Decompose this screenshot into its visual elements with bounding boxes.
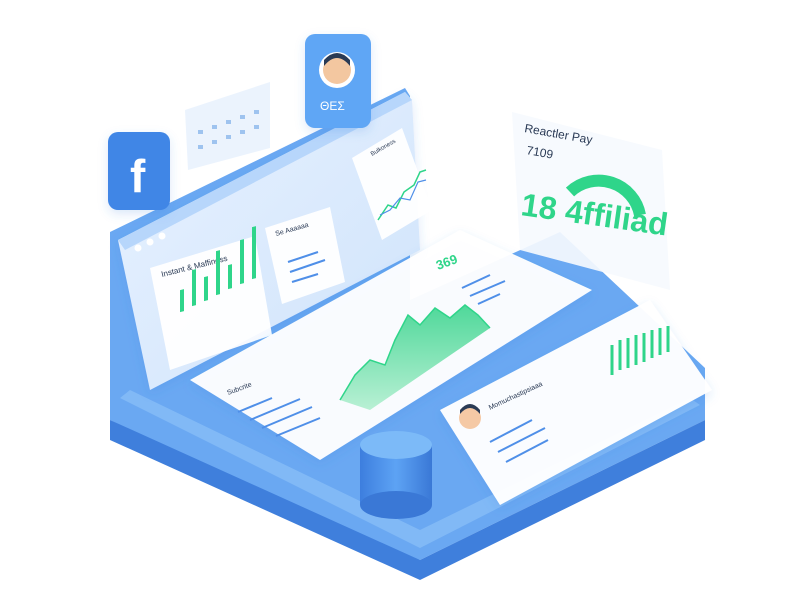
svg-text:f: f [130, 150, 146, 202]
calendar-grid-icon [185, 82, 270, 170]
avatar-bubble-label: ΘΕΣ [320, 99, 345, 113]
avatar-bubble: ΘΕΣ [305, 34, 371, 128]
isometric-dashboard-illustration: Instant & Maffiness Se Aaaaaa Bulkoness [0, 0, 800, 600]
cylinder-knob [360, 431, 432, 519]
facebook-icon: f [108, 132, 170, 210]
